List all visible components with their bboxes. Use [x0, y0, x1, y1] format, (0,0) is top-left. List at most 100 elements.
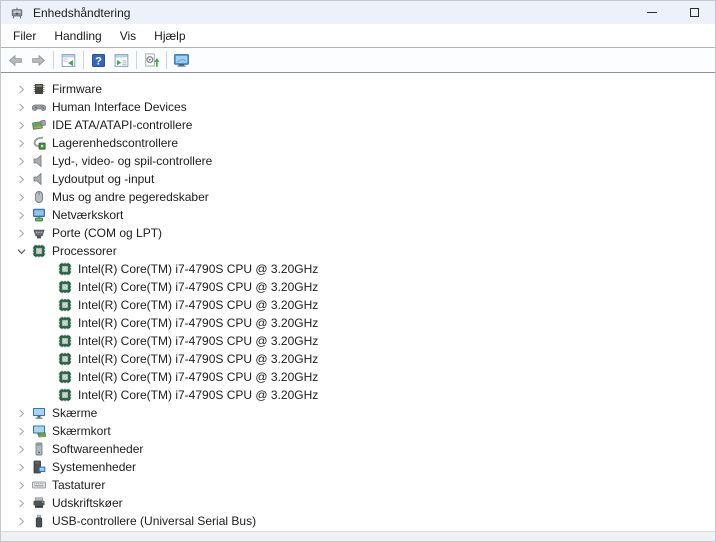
processor-chip-icon [57, 279, 73, 295]
tree-item-label: Intel(R) Core(TM) i7-4790S CPU @ 3.20GHz [78, 370, 318, 384]
serial-port-icon [31, 225, 47, 241]
show-console-tree-button[interactable] [57, 49, 80, 71]
tree-item-label: Softwareenheder [52, 442, 143, 456]
tree-item-intel-r-core-tm-i7-4790s-cpu-3-20ghz[interactable]: Intel(R) Core(TM) i7-4790S CPU @ 3.20GHz [1, 296, 715, 314]
tree-item-mus-og-andre-pegeredskaber[interactable]: Mus og andre pegeredskaber [1, 188, 715, 206]
chevron-right-icon[interactable] [11, 170, 31, 188]
maximize-icon [690, 8, 699, 17]
tree-item-human-interface-devices[interactable]: Human Interface Devices [1, 98, 715, 116]
chevron-right-icon[interactable] [11, 80, 31, 98]
speaker-icon [31, 153, 47, 169]
chevron-right-icon[interactable] [11, 134, 31, 152]
tree-item-lyd-video-og-spil-controllere[interactable]: Lyd-, video- og spil-controllere [1, 152, 715, 170]
chevron-right-icon[interactable] [11, 440, 31, 458]
processor-chip-icon [57, 351, 73, 367]
chevron-spacer [37, 332, 57, 350]
tree-item-intel-r-core-tm-i7-4790s-cpu-3-20ghz[interactable]: Intel(R) Core(TM) i7-4790S CPU @ 3.20GHz [1, 350, 715, 368]
chevron-right-icon[interactable] [11, 224, 31, 242]
tree-item-firmware[interactable]: Firmware [1, 80, 715, 98]
hid-gamepad-icon [31, 99, 47, 115]
tree-item-label: Udskriftskøer [52, 496, 123, 510]
maximize-button[interactable] [673, 1, 715, 24]
toolbar: ? [1, 47, 715, 73]
tree-item-tastaturer[interactable]: Tastaturer [1, 476, 715, 494]
chevron-right-icon[interactable] [11, 152, 31, 170]
menu-item-vis[interactable]: Vis [111, 26, 145, 46]
tree-item-label: Human Interface Devices [52, 100, 187, 114]
tree-item-netv-rkskort[interactable]: Netværkskort [1, 206, 715, 224]
scan-hardware-icon [143, 52, 160, 69]
firmware-chip-icon [31, 81, 47, 97]
back-button[interactable] [4, 49, 27, 71]
svg-text:?: ? [95, 55, 102, 67]
tree-item-sk-rme[interactable]: Skærme [1, 404, 715, 422]
chevron-right-icon[interactable] [11, 206, 31, 224]
tree-item-label: Firmware [52, 82, 102, 96]
tree-item-label: Lydoutput og -input [52, 172, 154, 186]
chevron-right-icon[interactable] [11, 188, 31, 206]
chevron-spacer [37, 296, 57, 314]
monitor-icon [31, 405, 47, 421]
keyboard-icon [31, 477, 47, 493]
toolbar-separator [166, 51, 167, 69]
tree-item-intel-r-core-tm-i7-4790s-cpu-3-20ghz[interactable]: Intel(R) Core(TM) i7-4790S CPU @ 3.20GHz [1, 368, 715, 386]
forward-button[interactable] [27, 49, 50, 71]
menu-bar: FilerHandlingVisHjælp [1, 24, 715, 47]
tree-item-sk-rmkort[interactable]: Skærmkort [1, 422, 715, 440]
tree-item-intel-r-core-tm-i7-4790s-cpu-3-20ghz[interactable]: Intel(R) Core(TM) i7-4790S CPU @ 3.20GHz [1, 386, 715, 404]
title-bar: Enhedshåndtering [1, 1, 715, 24]
mouse-icon [31, 189, 47, 205]
toolbar-separator [53, 51, 54, 69]
tree-item-label: Intel(R) Core(TM) i7-4790S CPU @ 3.20GHz [78, 388, 318, 402]
tree-item-lydoutput-og-input[interactable]: Lydoutput og -input [1, 170, 715, 188]
window-title: Enhedshåndtering [33, 6, 130, 20]
device-manager-app-icon [9, 5, 25, 21]
computer-button[interactable] [170, 49, 193, 71]
chevron-right-icon[interactable] [11, 476, 31, 494]
chevron-right-icon[interactable] [11, 494, 31, 512]
display-adapter-icon [31, 423, 47, 439]
tree-item-intel-r-core-tm-i7-4790s-cpu-3-20ghz[interactable]: Intel(R) Core(TM) i7-4790S CPU @ 3.20GHz [1, 314, 715, 332]
tree-item-label: Skærmkort [52, 424, 111, 438]
tree-item-label: Skærme [52, 406, 97, 420]
tree-item-udskriftsk-er[interactable]: Udskriftskøer [1, 494, 715, 512]
tree-item-ide-ata-atapi-controllere[interactable]: IDE ATA/ATAPI-controllere [1, 116, 715, 134]
chevron-right-icon[interactable] [11, 404, 31, 422]
tree-item-porte-com-og-lpt[interactable]: Porte (COM og LPT) [1, 224, 715, 242]
tree-item-systemenheder[interactable]: Systemenheder [1, 458, 715, 476]
chevron-right-icon[interactable] [11, 512, 31, 530]
menu-item-hj-lp[interactable]: Hjælp [145, 26, 194, 46]
tree-item-label: Netværkskort [52, 208, 123, 222]
chevron-right-icon[interactable] [11, 116, 31, 134]
tree-item-label: Intel(R) Core(TM) i7-4790S CPU @ 3.20GHz [78, 298, 318, 312]
help-button[interactable]: ? [87, 49, 110, 71]
properties-window-icon [113, 52, 130, 69]
menu-item-filer[interactable]: Filer [4, 26, 45, 46]
tree-item-label: Intel(R) Core(TM) i7-4790S CPU @ 3.20GHz [78, 280, 318, 294]
tree-item-lagerenhedscontrollere[interactable]: Lagerenhedscontrollere [1, 134, 715, 152]
tree-item-intel-r-core-tm-i7-4790s-cpu-3-20ghz[interactable]: Intel(R) Core(TM) i7-4790S CPU @ 3.20GHz [1, 332, 715, 350]
chevron-right-icon[interactable] [11, 422, 31, 440]
tree-item-usb-controllere-universal-serial-bus[interactable]: USB-controllere (Universal Serial Bus) [1, 512, 715, 530]
printer-icon [31, 495, 47, 511]
help-question-icon: ? [90, 52, 107, 69]
usb-plug-icon [31, 513, 47, 529]
toolbar-separator [83, 51, 84, 69]
processor-chip-icon [57, 333, 73, 349]
minimize-button[interactable] [631, 1, 673, 24]
console-tree-window-icon [60, 52, 77, 69]
tree-item-label: Processorer [52, 244, 117, 258]
tree-item-softwareenheder[interactable]: Softwareenheder [1, 440, 715, 458]
tree-item-intel-r-core-tm-i7-4790s-cpu-3-20ghz[interactable]: Intel(R) Core(TM) i7-4790S CPU @ 3.20GHz [1, 260, 715, 278]
chevron-right-icon[interactable] [11, 458, 31, 476]
tree-item-processorer[interactable]: Processorer [1, 242, 715, 260]
tree-item-label: Intel(R) Core(TM) i7-4790S CPU @ 3.20GHz [78, 262, 318, 276]
tree-item-intel-r-core-tm-i7-4790s-cpu-3-20ghz[interactable]: Intel(R) Core(TM) i7-4790S CPU @ 3.20GHz [1, 278, 715, 296]
tree-item-label: Porte (COM og LPT) [52, 226, 162, 240]
software-device-icon [31, 441, 47, 457]
scan-for-hardware-changes-button[interactable] [140, 49, 163, 71]
chevron-down-icon[interactable] [11, 242, 31, 260]
properties-button[interactable] [110, 49, 133, 71]
menu-item-handling[interactable]: Handling [45, 26, 110, 46]
chevron-right-icon[interactable] [11, 98, 31, 116]
